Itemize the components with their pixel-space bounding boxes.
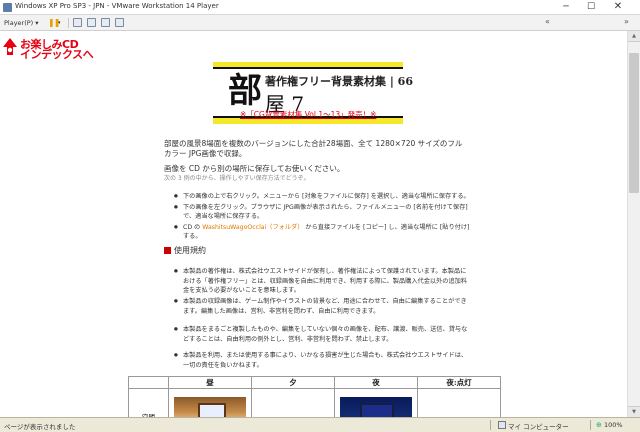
expand-toolbar-icon[interactable]: » [624,17,629,26]
cd-logo-icon [3,38,17,55]
minimize-button[interactable]: ─ [554,0,578,14]
banner-series-title: 著作権フリー背景素材集 | 66 [265,75,413,88]
zoom-icon[interactable]: ⊕ [596,421,602,429]
browser-content: お楽しみCD インデックスへ 著作権フリー背景素材集 | 66 部 屋 7 ※「… [0,31,627,417]
list-item: 下の画像の上で右クリック。メニューから [対象をファイルに保存] を選択し、適当… [174,192,470,202]
folder-link[interactable]: WashitsuWagoOcclai（フォルダ） [202,224,303,231]
player-menu-button[interactable]: Player(P) ▾ [4,17,39,29]
send-ctrl-alt-del-icon[interactable] [73,18,82,27]
full-screen-icon[interactable] [101,18,110,27]
table-cell [252,389,335,417]
table-cell [335,389,418,417]
terms-item: 本製品の収録画像は、ゲーム制作やイラストの背景など、用途に合わせて、自由に編集す… [174,297,470,316]
vm-title-bar: Windows XP Pro SP3 - JPN - VMware Workst… [0,0,640,15]
terms-heading-label: 使用規約 [174,246,206,255]
close-button[interactable]: ✕ [606,0,630,14]
vertical-scrollbar[interactable]: ▲ ▼ [627,31,640,417]
banner-big-character: 部 [228,71,262,111]
terms-item: 本製品の著作権は、株式会社ウエストサイドが保有し、著作権法によって保護されていま… [174,267,470,296]
vmware-app-icon [3,3,12,12]
vm-toolbar: Player(P) ▾ ❚❚ ▾ « » [0,15,640,31]
list-item: 本製品の著作権は、株式会社ウエストサイドが保有し、著作権法によって保護されていま… [174,267,470,296]
list-item: 下の画像を左クリック。ブラウザに JPG画像が表示されたら、ファイルメニューの … [174,203,470,222]
table-header-night: 夜 [335,377,418,389]
toolbar-divider [68,18,69,28]
list-item: CD の WashitsuWagoOcclai（フォルダ） から直接ファイルを … [174,223,470,242]
table-row-label: 空間 [129,389,169,417]
scroll-thumb[interactable] [629,53,639,193]
logo-link[interactable]: お楽しみCD インデックスへ [2,37,102,61]
table-header-day: 昼 [169,377,252,389]
table-cell [418,389,500,417]
table-header-night-lit: 夜:点灯 [418,377,500,389]
terms-item: 本製品をまるごと複製したものや、編集をしていない個々の画像を、配布、譲渡、販売、… [174,325,470,344]
fit-guest-icon[interactable] [87,18,96,27]
red-square-icon [164,247,171,254]
terms-heading: 使用規約 [164,245,206,256]
save-instruction: 画像を CD から別の場所に保存してお使いください。 [164,164,345,173]
scroll-up-icon[interactable]: ▲ [628,31,640,42]
scroll-down-icon[interactable]: ▼ [628,406,640,417]
save-methods-list: 下の画像の上で右クリック。メニューから [対象をファイルに保存] を選択し、適当… [174,192,470,243]
back-arrows-icon[interactable]: « [545,17,550,26]
terms-item: 本製品を利用、または使用する事により、いかなる損害が生じた場合も、株式会社ウエス… [174,351,470,370]
list-item: 本製品の収録画像は、ゲーム制作やイラストの背景など、用途に合わせて、自由に編集す… [174,297,470,316]
room-night-thumbnail[interactable] [340,397,412,417]
thumbnail-window-detail [360,403,394,417]
maximize-button[interactable]: ☐ [579,0,603,14]
unity-mode-icon[interactable] [115,18,124,27]
announcement-link[interactable]: ※「CG背景素材集 Vol.1〜13」発売！※ [240,109,376,120]
table-cell [169,389,252,417]
save-instruction-sub: 次の 3 例の中から、操作しやすい保存方法でどうぞ。 [164,175,310,182]
logo-text-line2: インデックスへ [20,48,94,61]
list-item-text: CD の [183,223,203,231]
window-title: Windows XP Pro SP3 - JPN - VMware Workst… [15,2,219,10]
computer-zone-icon [498,421,506,429]
list-item: 本製品をまるごと複製したものや、編集をしていない個々の画像を、配布、譲渡、販売、… [174,325,470,344]
intro-paragraph: 部屋の風景8場面を複数のバージョンにした合計28場面、全て 1280×720 サ… [164,139,463,158]
pause-dropdown-icon[interactable]: ▾ [58,17,61,29]
room-day-thumbnail[interactable] [174,397,246,417]
status-bar: ページが表示されました マイ コンピューター ⊕ 100% [0,417,640,432]
security-zone-label: マイ コンピューター [508,423,569,431]
table-corner-cell [129,377,169,389]
zoom-level[interactable]: 100% [604,421,623,429]
image-table: 昼 夕 夜 夜:点灯 空間 [128,376,501,417]
table-header-evening: 夕 [252,377,335,389]
status-text: ページが表示されました [4,423,76,431]
status-divider [490,420,491,430]
list-item: 本製品を利用、または使用する事により、いかなる損害が生じた場合も、株式会社ウエス… [174,351,470,370]
thumbnail-window-detail [198,403,226,417]
status-divider [590,420,591,430]
